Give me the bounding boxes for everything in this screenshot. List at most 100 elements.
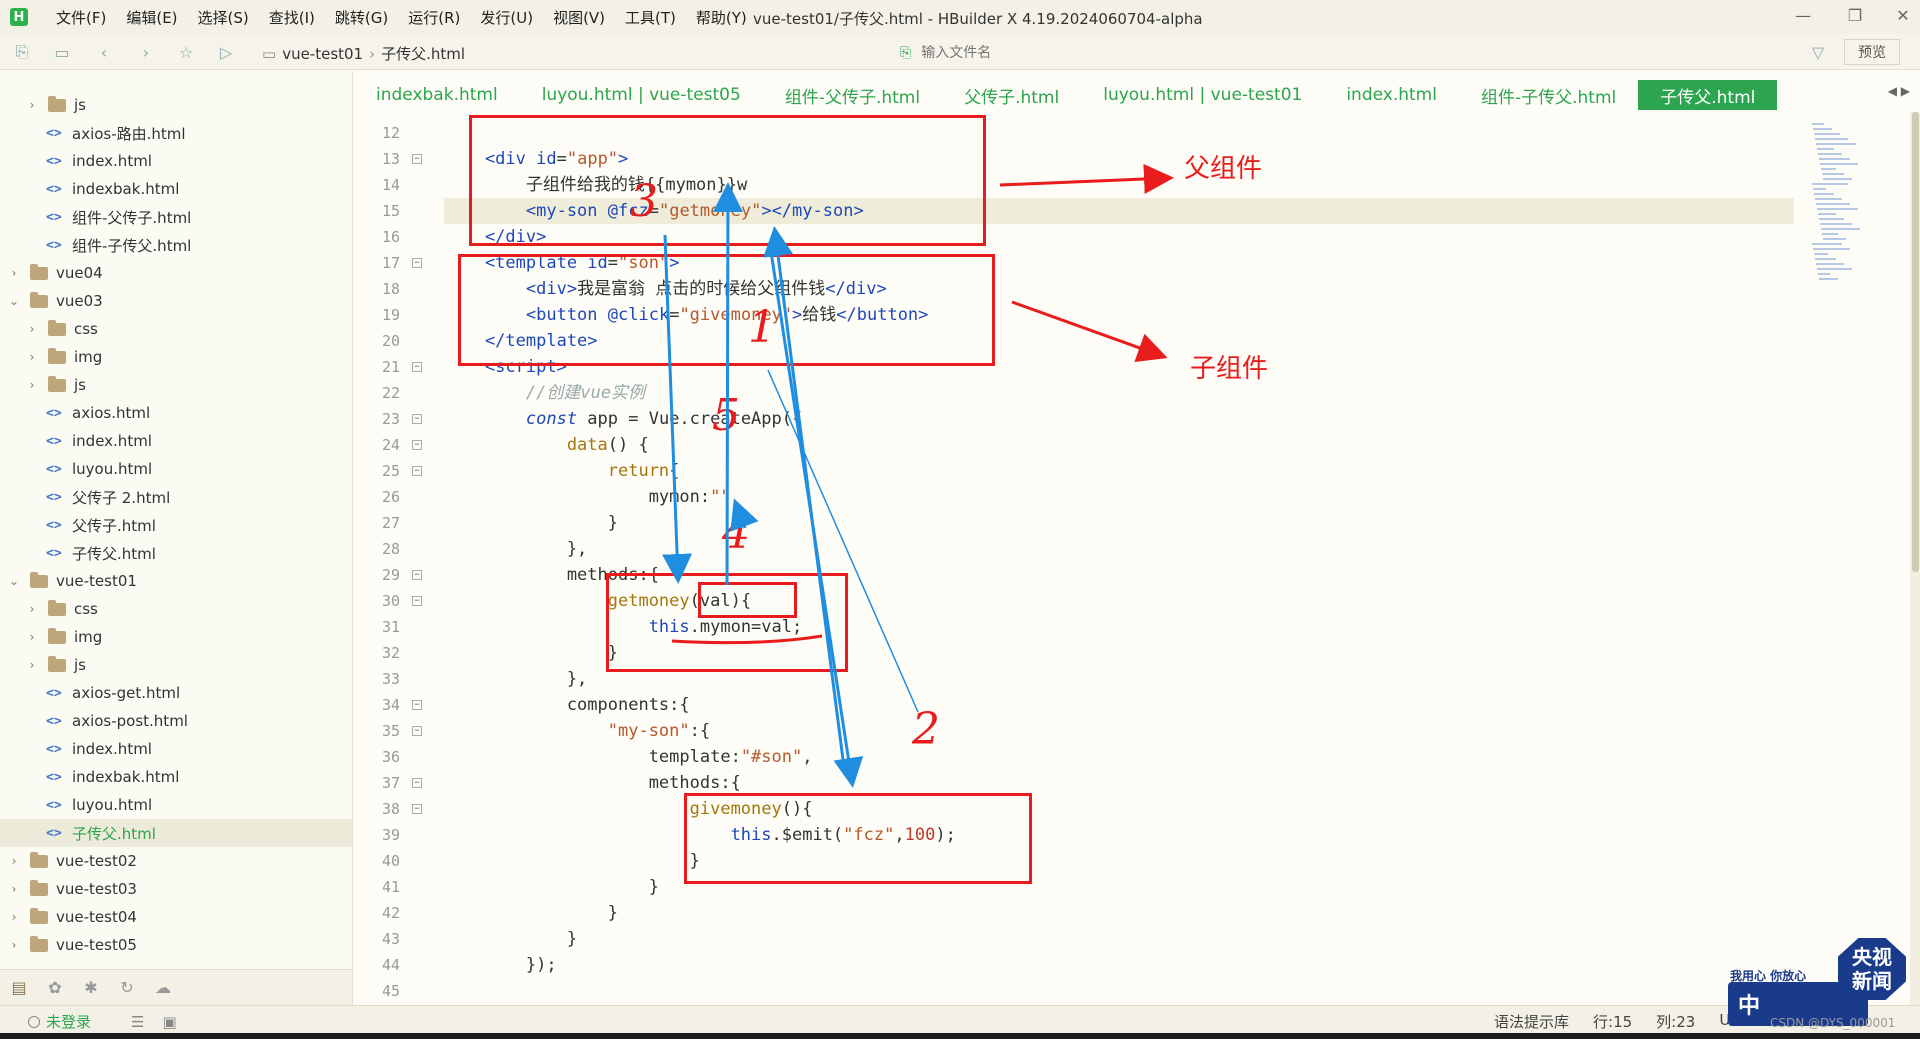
save-icon[interactable]: ▭ — [52, 42, 72, 62]
minimize-icon[interactable]: — — [1788, 6, 1818, 25]
code-line[interactable] — [444, 120, 1794, 146]
code-line[interactable]: "my-son":{ — [444, 718, 1794, 744]
plugin-icon[interactable]: ✿ — [44, 977, 66, 999]
close-icon[interactable]: ✕ — [1888, 6, 1918, 25]
fold-toggle-icon[interactable]: − — [412, 596, 422, 606]
code-line[interactable]: } — [444, 640, 1794, 666]
tree-folder[interactable]: › vue-test05 — [0, 931, 352, 959]
editor-tab[interactable]: luyou.html | vue-test01 — [1081, 80, 1324, 110]
tree-file[interactable]: <> luyou.html — [0, 791, 352, 819]
menu-item[interactable]: 工具(T) — [625, 7, 676, 28]
tree-file[interactable]: <> axios-get.html — [0, 679, 352, 707]
code-line[interactable]: this.mymon=val; — [444, 614, 1794, 640]
tree-folder[interactable]: ⌄ vue03 — [0, 287, 352, 315]
tree-file[interactable]: <> indexbak.html — [0, 175, 352, 203]
fold-toggle-icon[interactable]: − — [412, 570, 422, 580]
star-icon[interactable]: ☆ — [176, 42, 196, 62]
new-file-icon[interactable]: ⎘ — [12, 42, 32, 62]
fold-toggle-icon[interactable]: − — [412, 700, 422, 710]
code-line[interactable] — [444, 978, 1794, 1004]
tree-folder[interactable]: › css — [0, 595, 352, 623]
code-line[interactable]: givemoney(){ — [444, 796, 1794, 822]
tree-file[interactable]: <> 父传子 2.html — [0, 483, 352, 511]
code-line[interactable]: mymon:"" — [444, 484, 1794, 510]
chevron-right-icon[interactable]: › — [26, 98, 38, 112]
chevron-right-icon[interactable]: › — [8, 854, 20, 868]
fold-toggle-icon[interactable]: − — [412, 726, 422, 736]
code-line[interactable]: template:"#son", — [444, 744, 1794, 770]
code-line[interactable]: const app = Vue.createApp({ — [444, 406, 1794, 432]
fold-toggle-icon[interactable]: − — [412, 778, 422, 788]
tree-folder[interactable]: › img — [0, 343, 352, 371]
code-line[interactable]: methods:{ — [444, 562, 1794, 588]
chevron-down-icon[interactable]: ⌄ — [8, 294, 20, 308]
breadcrumb-item[interactable]: 子传父.html — [381, 43, 465, 64]
bug-icon[interactable]: ✱ — [80, 977, 102, 999]
refresh-icon[interactable]: ↻ — [116, 977, 138, 999]
code-line[interactable]: </template> — [444, 328, 1794, 354]
code-line[interactable]: }, — [444, 536, 1794, 562]
tree-file[interactable]: <> axios-post.html — [0, 707, 352, 735]
tree-folder[interactable]: › js — [0, 651, 352, 679]
chevron-down-icon[interactable]: ⌄ — [8, 574, 20, 588]
code-line[interactable]: components:{ — [444, 692, 1794, 718]
editor-tab[interactable]: 组件-子传父.html — [1459, 80, 1638, 110]
tree-file[interactable]: <> axios.html — [0, 399, 352, 427]
tree-folder[interactable]: › vue04 — [0, 259, 352, 287]
editor-tab[interactable]: 子传父.html — [1638, 80, 1778, 110]
code-line[interactable]: } — [444, 900, 1794, 926]
project-icon[interactable]: ▤ — [8, 977, 30, 999]
code-area[interactable]: <div id="app"> 子组件给我的钱{{mymon}}w <my-son… — [444, 120, 1794, 1004]
tree-file[interactable]: <> 父传子.html — [0, 511, 352, 539]
minimap[interactable] — [1812, 120, 1860, 280]
tree-file[interactable]: <> index.html — [0, 427, 352, 455]
tree-folder[interactable]: › vue-test03 — [0, 875, 352, 903]
run-icon[interactable]: ▷ — [216, 42, 236, 62]
menu-item[interactable]: 文件(F) — [56, 7, 106, 28]
maximize-icon[interactable]: ❐ — [1840, 6, 1870, 25]
scrollbar-thumb[interactable] — [1912, 112, 1919, 572]
tree-file[interactable]: <> 组件-子传父.html — [0, 231, 352, 259]
code-line[interactable]: } — [444, 510, 1794, 536]
preview-button[interactable]: 预览 — [1844, 39, 1900, 65]
code-line[interactable]: data() { — [444, 432, 1794, 458]
code-line[interactable]: <template id="son"> — [444, 250, 1794, 276]
chevron-right-icon[interactable]: › — [8, 266, 20, 280]
forward-icon[interactable]: › — [136, 42, 156, 62]
editor-tab[interactable]: 组件-父传子.html — [763, 80, 942, 110]
syntax-lib-label[interactable]: 语法提示库 — [1494, 1011, 1569, 1032]
cloud-icon[interactable]: ☁ — [152, 977, 174, 999]
menu-item[interactable]: 视图(V) — [553, 7, 605, 28]
tree-file[interactable]: <> luyou.html — [0, 455, 352, 483]
tree-folder[interactable]: › img — [0, 623, 352, 651]
tree-file[interactable]: <> index.html — [0, 735, 352, 763]
editor-tab[interactable]: index.html — [1324, 80, 1459, 110]
tree-folder[interactable]: › js — [0, 371, 352, 399]
tree-file[interactable]: <> 组件-父传子.html — [0, 203, 352, 231]
tree-file[interactable]: <> axios-路由.html — [0, 119, 352, 147]
tree-folder[interactable]: ⌄ vue-test01 — [0, 567, 352, 595]
chevron-right-icon[interactable]: › — [8, 938, 20, 952]
code-line[interactable]: <div id="app"> — [444, 146, 1794, 172]
menu-item[interactable]: 跳转(G) — [335, 7, 388, 28]
code-line[interactable]: }, — [444, 666, 1794, 692]
code-line[interactable]: return{ — [444, 458, 1794, 484]
code-line[interactable]: } — [444, 874, 1794, 900]
login-status[interactable]: 未登录 ☰ ▣ — [28, 1011, 177, 1032]
fold-toggle-icon[interactable]: − — [412, 258, 422, 268]
terminal-icon[interactable]: ▣ — [162, 1013, 176, 1031]
chevron-right-icon[interactable]: › — [26, 658, 38, 672]
menu-item[interactable]: 编辑(E) — [126, 7, 177, 28]
code-editor[interactable]: 12 13− 14 15 16 17− 18 19 20 21− 22 23−24−25− 26 27 28… — [354, 112, 1809, 1005]
fold-toggle-icon[interactable]: − — [412, 804, 422, 814]
editor-tab[interactable]: luyou.html | vue-test05 — [520, 80, 763, 110]
back-icon[interactable]: ‹ — [94, 42, 114, 62]
tree-folder[interactable]: › js — [0, 91, 352, 119]
fold-toggle-icon[interactable]: − — [412, 414, 422, 424]
code-line[interactable]: } — [444, 848, 1794, 874]
fold-toggle-icon[interactable]: − — [412, 154, 422, 164]
tree-file[interactable]: <> 子传父.html — [0, 819, 352, 847]
editor-tab[interactable]: indexbak.html — [354, 80, 520, 110]
tree-file[interactable]: <> 子传父.html — [0, 539, 352, 567]
list-icon[interactable]: ☰ — [131, 1013, 144, 1031]
